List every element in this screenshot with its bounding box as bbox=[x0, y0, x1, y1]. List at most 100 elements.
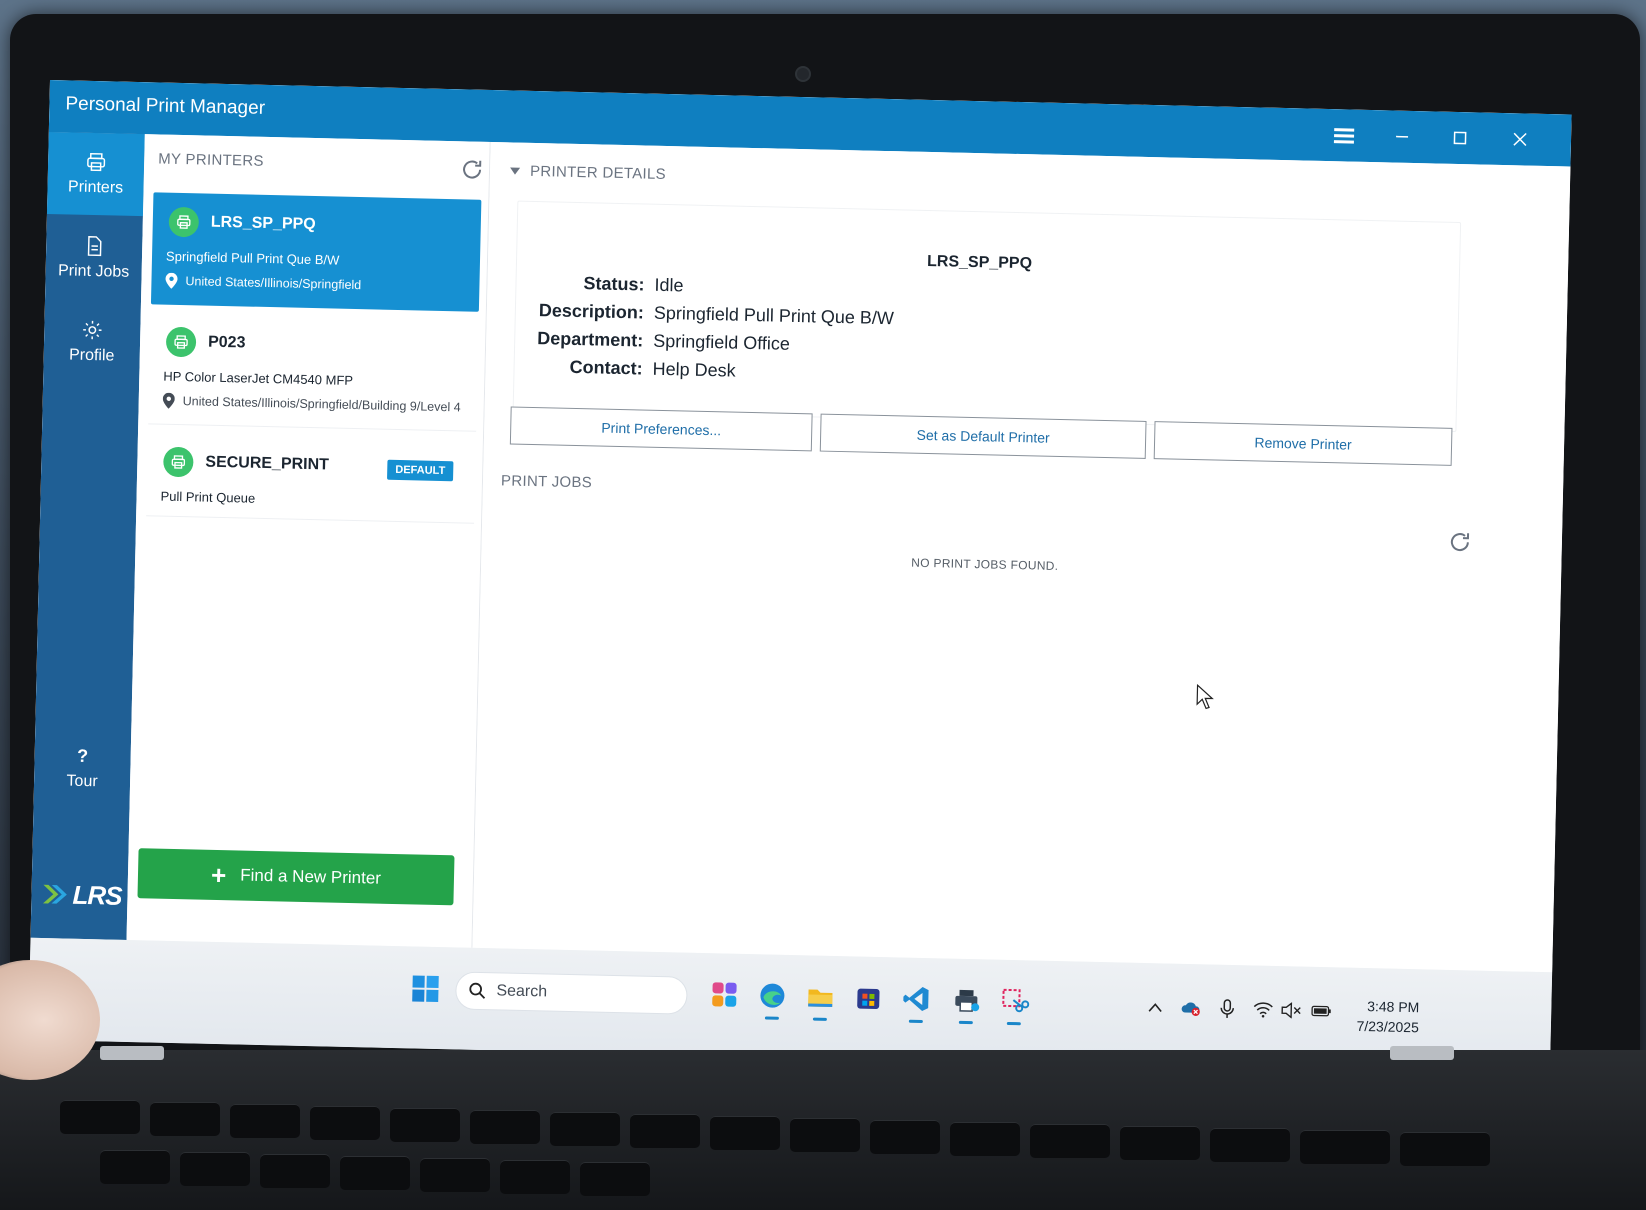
volume-muted-icon[interactable] bbox=[1281, 1000, 1301, 1020]
print-manager-window: Personal Print Manager Printers Print Jo… bbox=[30, 80, 1572, 973]
onedrive-sync-error-icon[interactable] bbox=[1181, 998, 1201, 1018]
taskbar-search[interactable]: Search bbox=[455, 971, 688, 1015]
keyboard-key bbox=[500, 1160, 570, 1194]
no-print-jobs-message: NO PRINT JOBS FOUND. bbox=[911, 555, 1059, 574]
caret-down-icon bbox=[509, 167, 521, 175]
refresh-jobs-icon[interactable] bbox=[1448, 530, 1473, 555]
keyboard-key bbox=[1120, 1126, 1200, 1160]
edge-icon[interactable] bbox=[753, 976, 792, 1015]
vscode-icon[interactable] bbox=[897, 979, 936, 1018]
printer-description: HP Color LaserJet CM4540 MFP bbox=[163, 368, 354, 388]
chevron-up-icon[interactable] bbox=[1145, 997, 1165, 1017]
printer-details-toggle[interactable]: PRINTER DETAILS bbox=[509, 162, 667, 183]
sidebar-item-printers[interactable]: Printers bbox=[46, 131, 145, 217]
clock-date: 7/23/2025 bbox=[1356, 1017, 1420, 1036]
keyboard-key bbox=[100, 1150, 170, 1184]
lrs-logo: LRS bbox=[41, 876, 122, 914]
keyboard-key bbox=[230, 1104, 300, 1138]
printer-status-icon bbox=[165, 326, 197, 358]
printer-details-box: LRS_SP_PPQ Status: Idle Description: Spr… bbox=[512, 200, 1462, 432]
snipping-tool-icon[interactable] bbox=[995, 982, 1034, 1021]
windows-start-icon[interactable] bbox=[411, 974, 440, 1003]
menu-icon[interactable] bbox=[1319, 115, 1370, 156]
webcam bbox=[795, 66, 811, 82]
search-icon bbox=[469, 982, 486, 999]
keyboard-key bbox=[870, 1120, 940, 1154]
print-preferences-button[interactable]: Print Preferences... bbox=[509, 406, 813, 452]
sidebar-item-label: Print Jobs bbox=[57, 262, 130, 281]
maximize-icon[interactable] bbox=[1435, 117, 1486, 158]
remove-printer-button[interactable]: Remove Printer bbox=[1153, 421, 1453, 466]
plus-icon: + bbox=[210, 859, 227, 891]
window-title: Personal Print Manager bbox=[65, 93, 266, 119]
wifi-icon[interactable] bbox=[1253, 1000, 1273, 1020]
keyboard-key bbox=[1300, 1130, 1390, 1164]
printer-card-p023[interactable]: P023 HP Color LaserJet CM4540 MFP United… bbox=[148, 312, 479, 432]
printer-name: SECURE_PRINT bbox=[205, 453, 330, 474]
system-clock[interactable]: 3:48 PM 7/23/2025 bbox=[1349, 996, 1420, 1038]
keyboard-key bbox=[550, 1112, 620, 1146]
printer-location: United States/Illinois/Springfield bbox=[165, 272, 361, 293]
printer-name: LRS_SP_PPQ bbox=[210, 213, 316, 234]
keyboard-key bbox=[310, 1106, 380, 1140]
microphone-icon[interactable] bbox=[1217, 999, 1237, 1019]
keyboard-key bbox=[470, 1110, 540, 1144]
copilot-icon[interactable] bbox=[705, 975, 744, 1014]
document-icon bbox=[87, 236, 102, 257]
sidebar-item-print-jobs[interactable]: Print Jobs bbox=[45, 216, 143, 300]
sidebar: Printers Print Jobs Profile ? Tour LRS bbox=[30, 131, 145, 940]
printer-card-secure-print[interactable]: SECURE_PRINT DEFAULT Pull Print Queue bbox=[146, 432, 476, 524]
keyboard-key bbox=[150, 1102, 220, 1136]
store-icon[interactable] bbox=[849, 978, 888, 1017]
keyboard-key bbox=[420, 1158, 490, 1192]
find-new-printer-button[interactable]: + Find a New Printer bbox=[137, 848, 455, 906]
gear-icon bbox=[83, 320, 102, 340]
keyboard-key bbox=[180, 1152, 250, 1186]
default-badge: DEFAULT bbox=[387, 459, 454, 482]
sidebar-item-tour[interactable]: ? Tour bbox=[33, 726, 131, 810]
set-default-printer-button[interactable]: Set as Default Printer bbox=[819, 413, 1147, 459]
sidebar-item-label: Tour bbox=[66, 772, 98, 790]
printer-status-icon bbox=[168, 206, 200, 238]
sidebar-item-label: Profile bbox=[68, 346, 115, 365]
refresh-icon[interactable] bbox=[460, 157, 485, 182]
laptop-hinge bbox=[100, 1046, 164, 1060]
keyboard-key bbox=[1400, 1132, 1490, 1166]
keyboard-key bbox=[60, 1100, 140, 1134]
printer-card-lrs-sp-ppq[interactable]: LRS_SP_PPQ Springfield Pull Print Que B/… bbox=[150, 192, 482, 312]
my-printers-panel: MY PRINTERS LRS_SP_PPQ Springfield Pull … bbox=[126, 134, 491, 948]
keyboard-key bbox=[790, 1118, 860, 1152]
printer-details-panel: PRINTER DETAILS LRS_SP_PPQ Status: Idle … bbox=[472, 142, 1571, 973]
sidebar-item-profile[interactable]: Profile bbox=[43, 300, 141, 384]
file-explorer-icon[interactable] bbox=[801, 977, 840, 1016]
location-pin-icon bbox=[165, 272, 178, 289]
keyboard-key bbox=[1030, 1124, 1110, 1158]
printer-details-heading: PRINTER DETAILS bbox=[529, 162, 667, 183]
printer-description: Pull Print Queue bbox=[160, 488, 256, 506]
keyboard-key bbox=[630, 1114, 700, 1148]
print-jobs-heading: PRINT JOBS bbox=[500, 472, 593, 492]
keyboard-key bbox=[340, 1156, 410, 1190]
printer-description: Springfield Pull Print Que B/W bbox=[165, 248, 340, 268]
printer-name: P023 bbox=[207, 333, 246, 352]
mouse-cursor-icon bbox=[1196, 684, 1214, 710]
minimize-icon[interactable] bbox=[1377, 116, 1428, 157]
lrs-logo-icon bbox=[43, 884, 67, 904]
printer-status-icon bbox=[163, 446, 194, 478]
keyboard-key bbox=[580, 1162, 650, 1196]
close-icon[interactable] bbox=[1495, 119, 1546, 160]
laptop-keyboard-deck bbox=[0, 1050, 1646, 1210]
photo-scene: Personal Print Manager Printers Print Jo… bbox=[0, 0, 1646, 1210]
keyboard-key bbox=[1210, 1128, 1290, 1162]
my-printers-heading: MY PRINTERS bbox=[158, 150, 264, 170]
keyboard-key bbox=[390, 1108, 460, 1142]
sidebar-item-label: Printers bbox=[67, 178, 124, 197]
detail-printer-name: LRS_SP_PPQ bbox=[926, 252, 1033, 273]
keyboard-key bbox=[260, 1154, 330, 1188]
print-manager-icon[interactable] bbox=[947, 981, 986, 1020]
laptop-screen: Personal Print Manager Printers Print Jo… bbox=[28, 80, 1572, 1075]
printer-location: United States/Illinois/Springfield/Build… bbox=[162, 392, 461, 416]
battery-icon[interactable] bbox=[1311, 1001, 1331, 1021]
keyboard-key bbox=[710, 1116, 780, 1150]
question-icon: ? bbox=[76, 745, 89, 766]
